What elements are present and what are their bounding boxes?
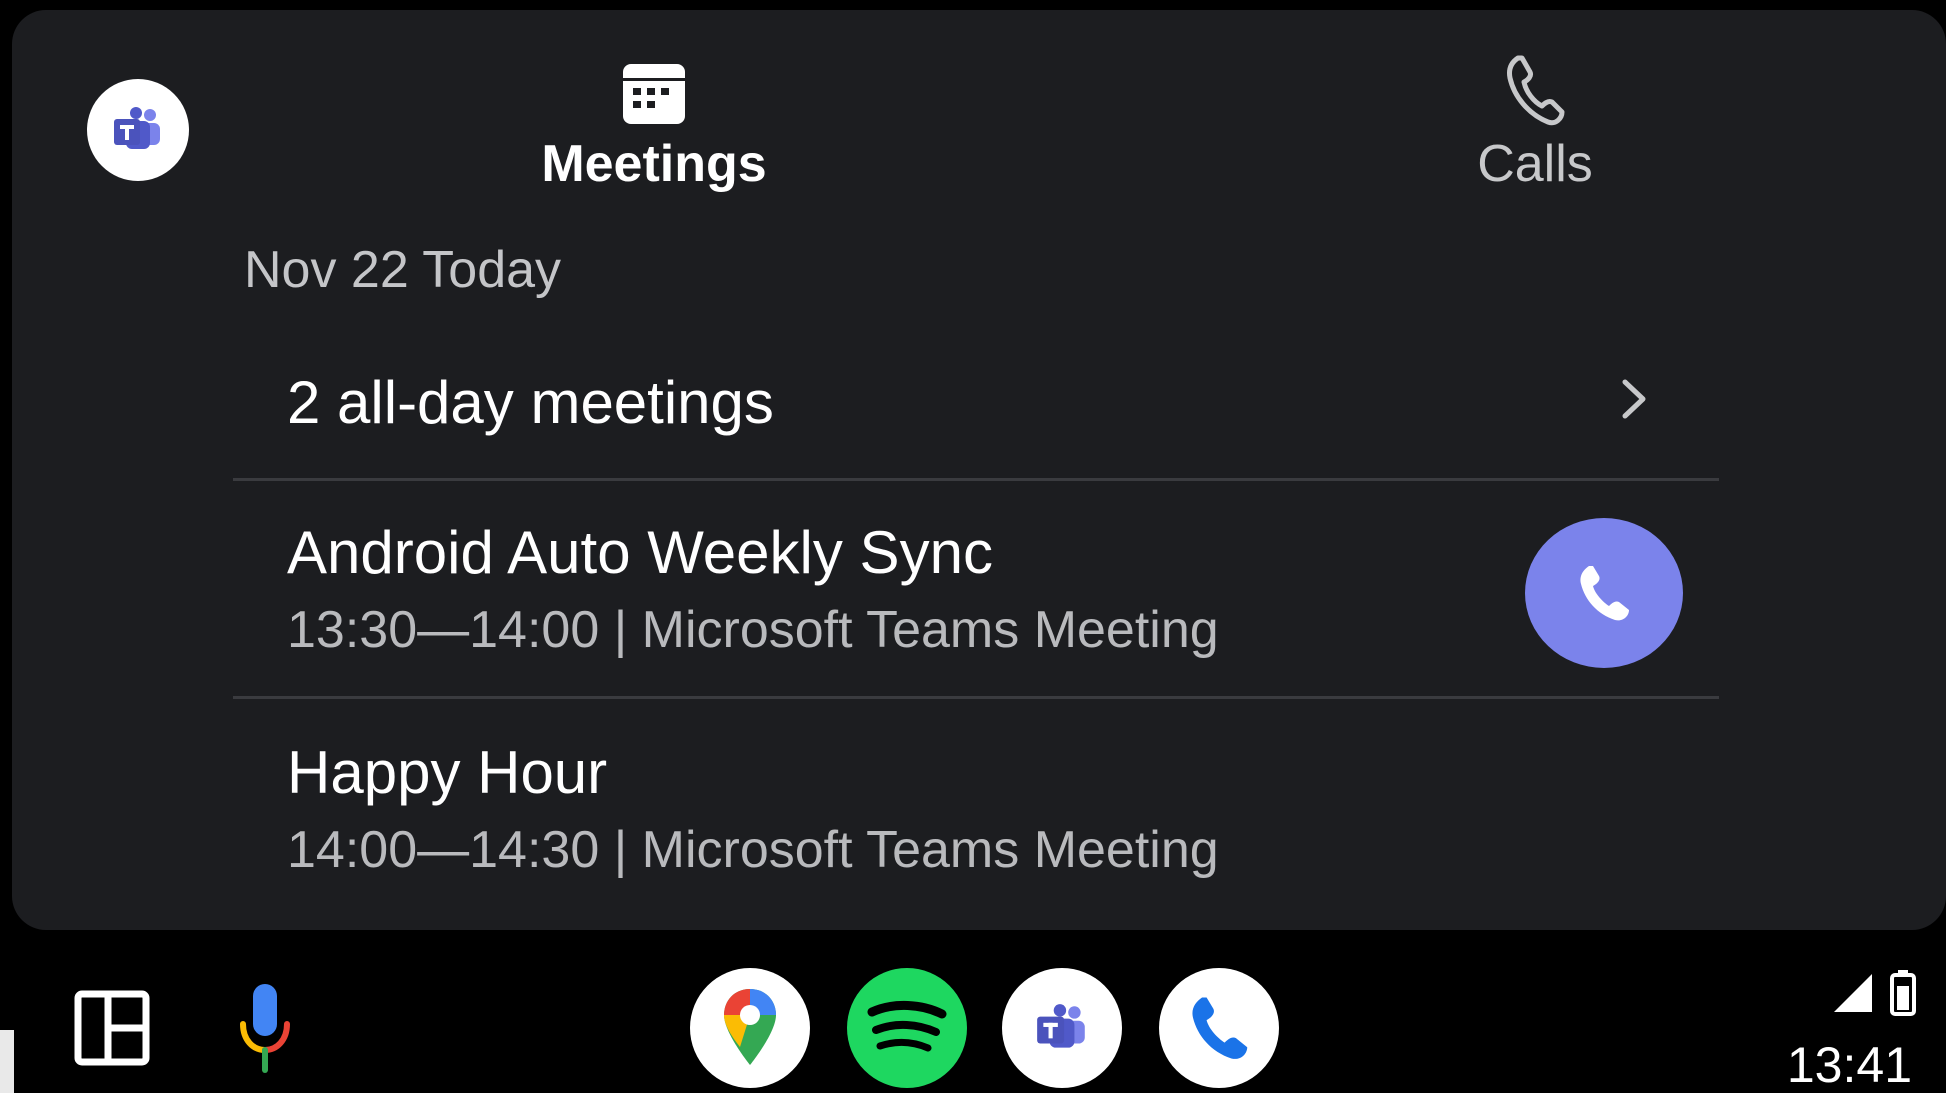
phone-app-icon[interactable]	[1159, 968, 1279, 1088]
battery-icon	[1890, 970, 1916, 1021]
phone-icon	[1504, 48, 1566, 126]
calendar-icon	[621, 48, 687, 126]
date-header: Nov 22 Today	[244, 241, 562, 299]
dashboard-icon[interactable]	[72, 988, 152, 1068]
google-maps-icon[interactable]	[690, 968, 810, 1088]
all-day-meetings-row[interactable]: 2 all-day meetings	[233, 358, 1719, 478]
teams-app-icon[interactable]	[87, 79, 189, 181]
chevron-right-icon	[1619, 376, 1649, 427]
teams-logo-icon	[114, 107, 160, 149]
phone-icon	[1580, 566, 1629, 621]
status-area: 13:41	[1766, 970, 1916, 1093]
meeting-subtitle: 14:00—14:30 | Microsoft Teams Meeting	[287, 821, 1219, 879]
tab-calls-label: Calls	[1477, 135, 1593, 193]
join-call-button[interactable]	[1525, 518, 1683, 668]
meeting-row[interactable]: Android Auto Weekly Sync 13:30—14:00 | M…	[233, 518, 1719, 694]
meeting-subtitle: 13:30—14:00 | Microsoft Teams Meeting	[287, 601, 1219, 659]
list-divider	[233, 696, 1719, 699]
phone-icon	[1192, 997, 1248, 1059]
meeting-row[interactable]: Happy Hour 14:00—14:30 | Microsoft Teams…	[233, 738, 1719, 914]
meeting-title: Happy Hour	[287, 739, 608, 806]
tab-calls[interactable]: Calls	[1370, 48, 1700, 198]
bezel-edge	[0, 1030, 14, 1093]
teams-icon[interactable]	[1002, 968, 1122, 1088]
android-auto-screen: Meetings Calls Nov 22 Today 2 all-day me…	[0, 0, 1946, 1093]
list-divider	[233, 478, 1719, 481]
clock: 13:41	[1786, 1037, 1912, 1093]
tab-meetings-label: Meetings	[541, 135, 767, 193]
spotify-icon[interactable]	[847, 968, 967, 1088]
all-day-meetings-label: 2 all-day meetings	[287, 369, 774, 436]
tab-meetings[interactable]: Meetings	[489, 48, 819, 198]
taskbar: 13:41	[0, 930, 1946, 1093]
signal-icon	[1830, 970, 1876, 1019]
meeting-title: Android Auto Weekly Sync	[287, 519, 993, 586]
microphone-icon[interactable]	[230, 978, 300, 1078]
